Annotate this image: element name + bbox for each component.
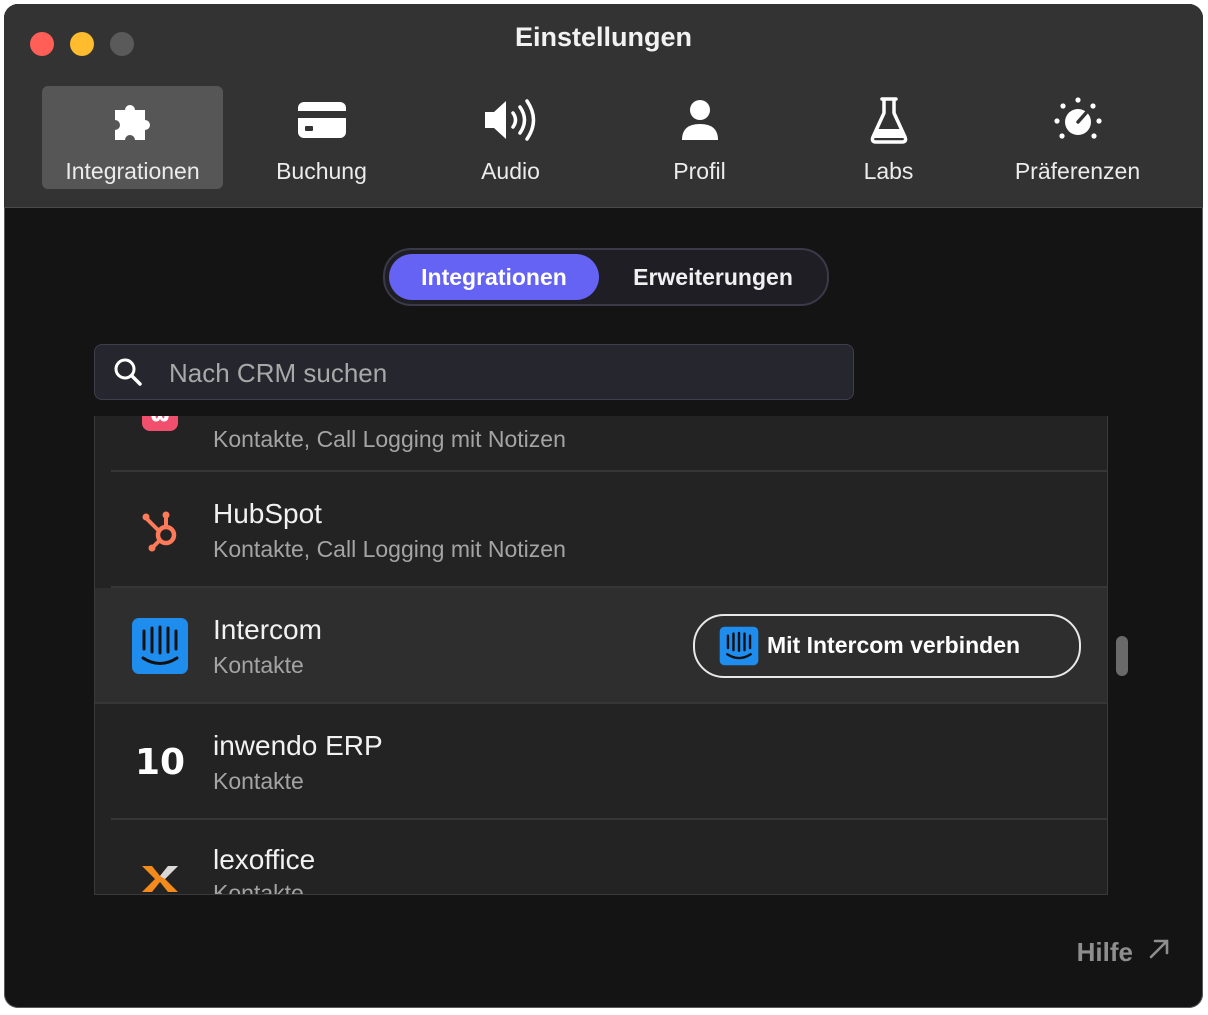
inwendo-icon: 10: [134, 741, 186, 783]
tab-buchung[interactable]: Buchung: [231, 86, 412, 189]
tab-label: Präferenzen: [1014, 158, 1141, 184]
pink-crm-icon: ω: [131, 416, 189, 442]
item-description: Kontakte: [213, 652, 304, 678]
item-name: HubSpot: [213, 498, 322, 529]
item-description: Kontakte: [213, 880, 304, 895]
tab-label: Buchung: [276, 158, 367, 184]
list-item[interactable]: ω Kontakte, Call Logging mit Notizen: [95, 416, 1107, 472]
segment-integrationen[interactable]: Integrationen: [389, 254, 599, 300]
item-name: inwendo ERP: [213, 730, 383, 761]
settings-tabs: Integrationen Buchung Audio Profil Labs …: [42, 86, 1162, 190]
row-divider: [95, 702, 1107, 704]
list-scrollbar[interactable]: [1116, 636, 1128, 676]
search-icon: [113, 357, 143, 392]
item-description: Kontakte: [213, 768, 304, 794]
segment-erweiterungen[interactable]: Erweiterungen: [607, 254, 819, 300]
hubspot-icon: [131, 501, 189, 559]
tab-label: Integrationen: [65, 158, 200, 184]
person-icon: [609, 96, 790, 144]
intercom-icon: [131, 617, 189, 675]
tab-praeferenzen[interactable]: Präferenzen: [987, 86, 1168, 189]
item-name: lexoffice: [213, 844, 316, 875]
help-label: Hilfe: [1076, 937, 1133, 967]
tab-label: Labs: [863, 158, 914, 184]
tab-integrationen[interactable]: Integrationen: [42, 86, 223, 189]
titlebar: Einstellungen Integrationen Buchung Audi…: [4, 4, 1203, 208]
connect-button-label: Mit Intercom verbinden: [767, 632, 1021, 658]
credit-card-icon: [231, 96, 412, 144]
external-link-arrow-icon: [1147, 937, 1171, 968]
tab-labs[interactable]: Labs: [798, 86, 979, 189]
intercom-icon: [719, 626, 759, 671]
tab-profil[interactable]: Profil: [609, 86, 790, 189]
list-item[interactable]: 10 inwendo ERP Kontakte: [95, 706, 1107, 820]
list-item[interactable]: HubSpot Kontakte, Call Logging mit Notiz…: [95, 472, 1107, 588]
lexoffice-icon: [131, 850, 189, 894]
speaker-icon: [420, 96, 601, 144]
puzzle-icon: [42, 96, 223, 144]
dial-icon: [987, 96, 1168, 144]
item-name: Intercom: [213, 614, 322, 645]
segmented-control: Integrationen Erweiterungen: [383, 248, 829, 306]
flask-icon: [798, 96, 979, 144]
connect-intercom-button[interactable]: Mit Intercom verbinden: [693, 614, 1081, 678]
search-input[interactable]: [167, 353, 831, 393]
search-box: [94, 344, 854, 400]
tab-label: Audio: [481, 158, 540, 184]
window-title: Einstellungen: [514, 22, 693, 52]
list-item[interactable]: Intercom Kontakte Mit Intercom verbinden: [95, 588, 1107, 704]
svg-text:ω: ω: [150, 416, 169, 427]
help-link[interactable]: Hilfe: [1077, 937, 1171, 968]
settings-window: Einstellungen Integrationen Buchung Audi…: [4, 4, 1203, 1008]
tab-label: Profil: [673, 158, 726, 184]
list-item[interactable]: lexoffice Kontakte: [95, 820, 1107, 895]
tab-audio[interactable]: Audio: [420, 86, 601, 189]
item-description: Kontakte, Call Logging mit Notizen: [213, 426, 566, 452]
item-description: Kontakte, Call Logging mit Notizen: [213, 536, 566, 562]
crm-list[interactable]: ω Kontakte, Call Logging mit Notizen Hub: [94, 416, 1108, 895]
